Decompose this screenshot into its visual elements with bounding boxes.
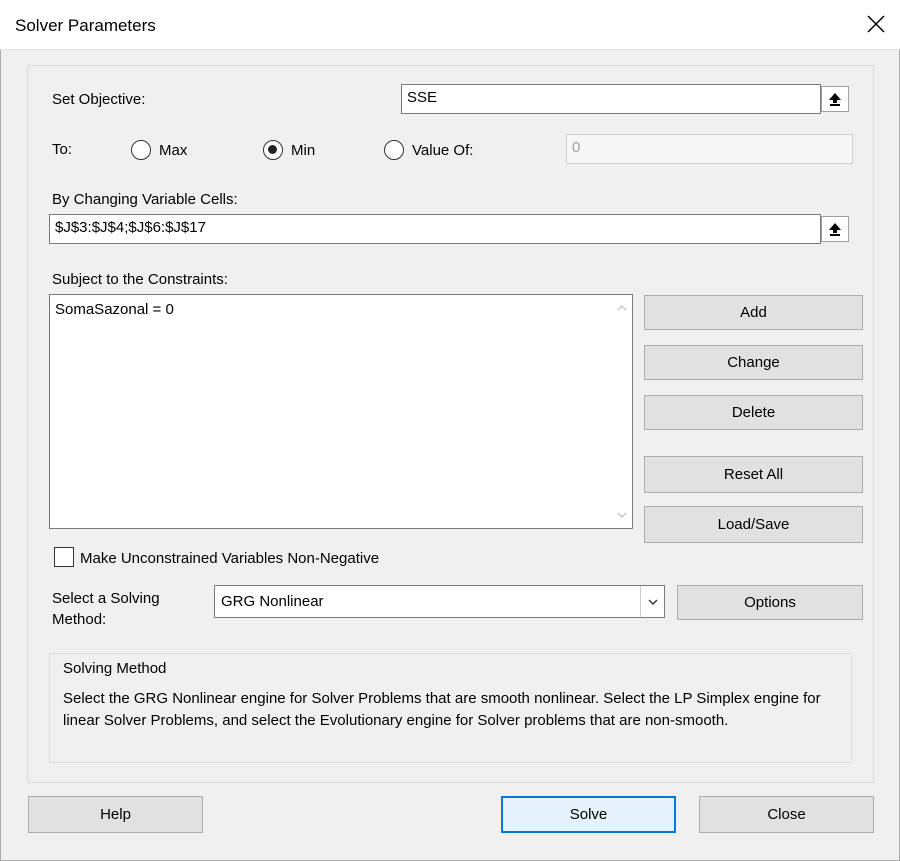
radio-min[interactable]: Min: [263, 140, 315, 160]
method-label-line1: Select a Solving: [52, 590, 160, 607]
close-button[interactable]: Close: [699, 796, 874, 833]
radio-value-of-label: Value Of:: [412, 141, 474, 159]
collapse-up-arrow-icon: [829, 223, 841, 236]
help-button[interactable]: Help: [28, 796, 203, 833]
constraints-label: Subject to the Constraints:: [52, 271, 228, 288]
variable-cells-input[interactable]: $J$3:$J$4;$J$6:$J$17: [49, 214, 821, 244]
constraints-listbox[interactable]: SomaSazonal = 0: [49, 294, 633, 529]
radio-value-of-circle[interactable]: [384, 140, 404, 160]
load-save-button[interactable]: Load/Save: [644, 506, 863, 543]
radio-min-circle[interactable]: [263, 140, 283, 160]
title-bar: Solver Parameters: [0, 0, 900, 50]
radio-max-circle[interactable]: [131, 140, 151, 160]
radio-max-label: Max: [159, 141, 188, 159]
chevron-down-icon: [648, 599, 657, 605]
radio-max[interactable]: Max: [131, 140, 187, 160]
variable-cells-label: By Changing Variable Cells:: [52, 191, 238, 208]
reset-all-button[interactable]: Reset All: [644, 456, 863, 493]
close-icon[interactable]: [864, 12, 888, 36]
scroll-up-icon: [617, 305, 627, 311]
variable-cells-range-picker-button[interactable]: [821, 216, 849, 242]
delete-button[interactable]: Delete: [644, 395, 863, 430]
objective-input[interactable]: SSE: [401, 84, 821, 114]
objective-range-picker-button[interactable]: [821, 86, 849, 112]
radio-min-label: Min: [291, 141, 316, 159]
set-objective-label: Set Objective:: [52, 91, 146, 108]
add-button[interactable]: Add: [644, 295, 863, 330]
radio-value-of[interactable]: Value Of:: [384, 140, 473, 160]
to-label: To:: [52, 141, 73, 158]
constraint-item[interactable]: SomaSazonal = 0: [55, 301, 174, 318]
dropdown-button[interactable]: [640, 586, 664, 617]
scroll-down-icon: [617, 512, 627, 518]
solve-button[interactable]: Solve: [501, 796, 676, 833]
solving-method-description: Select the GRG Nonlinear engine for Solv…: [63, 690, 821, 729]
collapse-up-arrow-icon: [829, 93, 841, 106]
method-label-line2: Method:: [52, 611, 107, 628]
nonneg-checkbox[interactable]: [54, 547, 74, 567]
value-of-input[interactable]: 0: [566, 134, 853, 164]
solving-method-title: Solving Method: [63, 660, 167, 677]
solving-method-selected: GRG Nonlinear: [221, 593, 324, 610]
solving-method-select[interactable]: GRG Nonlinear: [214, 585, 665, 618]
nonneg-label: Make Unconstrained Variables Non-Negativ…: [80, 550, 380, 567]
change-button[interactable]: Change: [644, 345, 863, 380]
dialog-body: Set Objective: SSE To: Max Min Value Of:…: [0, 50, 900, 861]
constraints-scrollbar[interactable]: [612, 295, 632, 528]
options-button[interactable]: Options: [677, 585, 863, 620]
window-title: Solver Parameters: [15, 16, 156, 35]
